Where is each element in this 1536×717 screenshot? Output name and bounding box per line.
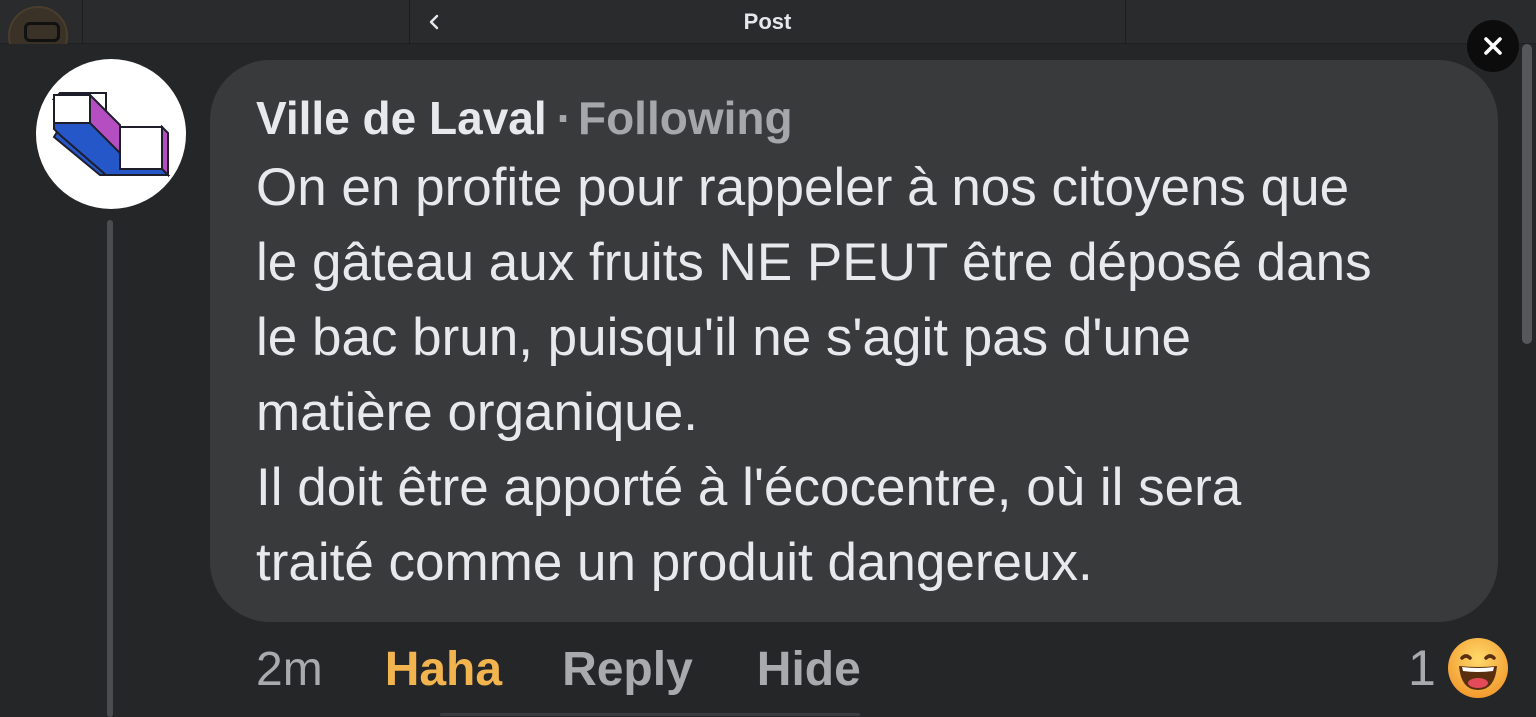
follow-status[interactable]: Following	[578, 92, 793, 144]
page: Post Ville de Laval · Following On en pr…	[0, 0, 1536, 717]
comment-line: matière organique.	[256, 383, 698, 442]
comment-line: Il doit être apporté à l'écocentre, où i…	[256, 458, 1242, 517]
comment-line: traité comme un produit dangereux.	[256, 533, 1093, 592]
chevron-left-icon	[429, 14, 439, 30]
comment-author[interactable]: Ville de Laval	[256, 92, 547, 144]
comment-actions: 2m Haha Reply Hide	[256, 638, 861, 702]
comment-timestamp[interactable]: 2m	[256, 638, 323, 702]
author-avatar[interactable]	[36, 59, 186, 209]
divider	[1125, 0, 1126, 44]
ville-de-laval-logo	[51, 92, 171, 178]
comment-line: le gâteau aux fruits NE PEUT être déposé…	[256, 233, 1372, 292]
close-button[interactable]	[1467, 20, 1519, 72]
divider	[82, 0, 83, 44]
close-icon	[1484, 37, 1502, 55]
comment-line: le bac brun, puisqu'il ne s'agit pas d'u…	[256, 308, 1191, 367]
reply-button[interactable]: Reply	[562, 638, 693, 702]
scrollbar-thumb[interactable]	[1522, 44, 1532, 344]
comment-header: Ville de Laval · Following	[256, 90, 793, 146]
hide-button[interactable]: Hide	[757, 638, 861, 702]
laughing-emoji-icon	[1446, 636, 1510, 700]
next-comment-preview	[440, 707, 860, 717]
reaction-summary[interactable]: 1	[1408, 636, 1510, 700]
separator-dot: ·	[556, 92, 572, 144]
thread-line	[107, 220, 113, 717]
page-title: Post	[743, 9, 792, 34]
back-button[interactable]	[418, 6, 450, 38]
reaction-count: 1	[1408, 640, 1436, 696]
react-button[interactable]: Haha	[385, 638, 502, 702]
comment-line: On en profite pour rappeler à nos citoye…	[256, 158, 1350, 217]
top-bar: Post	[0, 0, 1536, 66]
comment-text: On en profite pour rappeler à nos citoye…	[256, 150, 1476, 600]
scrollbar[interactable]	[1520, 44, 1534, 344]
